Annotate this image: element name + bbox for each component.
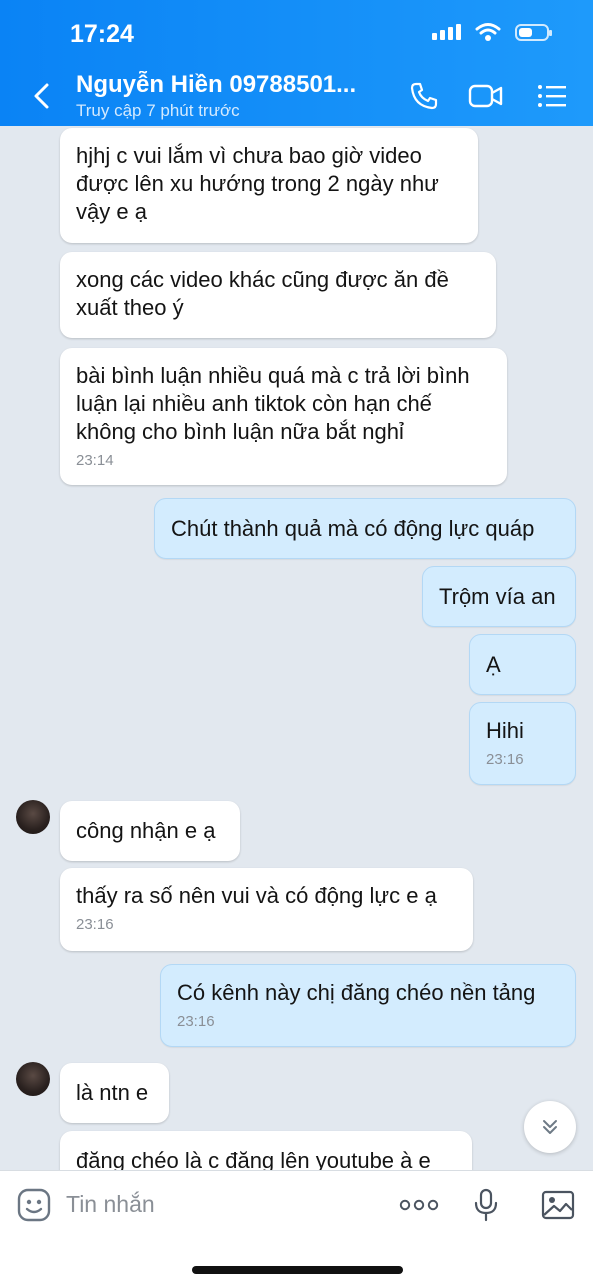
message-time: 23:16 [76, 916, 114, 933]
message-time: 23:16 [486, 751, 524, 768]
video-camera-icon [468, 84, 503, 108]
call-button[interactable] [404, 78, 444, 114]
message-incoming[interactable]: là ntn e [60, 1063, 169, 1123]
contact-name[interactable]: Nguyễn Hiền 09788501... [76, 71, 376, 99]
emoji-button[interactable] [16, 1185, 52, 1225]
message-incoming[interactable]: bài bình luận nhiều quá mà c trả lời bìn… [60, 348, 507, 485]
chevron-left-icon [34, 83, 49, 109]
message-incoming[interactable]: đăng chéo là c đăng lên youtube à e [60, 1131, 472, 1170]
back-button[interactable] [26, 78, 56, 114]
chat-header: 17:24 Nguyễn Hiền 09788501... Truy cập 7… [0, 0, 593, 126]
video-call-button[interactable] [466, 78, 506, 114]
message-text: hjhj c vui lắm vì chưa bao giờ video đượ… [76, 143, 439, 224]
message-text: là ntn e [76, 1080, 149, 1105]
emoji-icon [17, 1188, 51, 1222]
message-outgoing[interactable]: Có kênh này chị đăng chéo nền tảng 23:16 [160, 964, 576, 1047]
wifi-icon [475, 23, 501, 41]
send-image-button[interactable] [540, 1185, 576, 1225]
contact-last-seen: Truy cập 7 phút trước [76, 101, 240, 120]
chat-options-button[interactable] [532, 78, 572, 114]
avatar[interactable] [16, 1062, 50, 1096]
more-dots-icon [399, 1199, 439, 1211]
battery-icon [515, 23, 552, 41]
more-options-button[interactable] [398, 1185, 440, 1225]
list-menu-icon [538, 85, 566, 107]
message-text: xong các video khác cũng được ăn đề xuất… [76, 267, 449, 320]
message-text: công nhận e ạ [76, 818, 216, 843]
message-outgoing[interactable]: Chút thành quả mà có động lực quáp [154, 498, 576, 559]
cellular-signal-icon [432, 24, 461, 40]
message-incoming[interactable]: xong các video khác cũng được ăn đề xuất… [60, 252, 496, 338]
microphone-icon [474, 1188, 498, 1222]
image-icon [541, 1190, 575, 1220]
message-text: Hihi [486, 718, 524, 743]
message-text: Ạ [486, 652, 501, 677]
message-outgoing[interactable]: Hihi 23:16 [469, 702, 576, 785]
voice-message-button[interactable] [472, 1185, 500, 1225]
message-incoming[interactable]: hjhj c vui lắm vì chưa bao giờ video đượ… [60, 128, 478, 243]
message-text: bài bình luận nhiều quá mà c trả lời bìn… [76, 363, 470, 444]
message-text: thấy ra số nên vui và có động lực e ạ [76, 883, 437, 908]
message-text: Có kênh này chị đăng chéo nền tảng [177, 980, 536, 1005]
message-text: Chút thành quả mà có động lực quáp [171, 516, 535, 541]
status-icons [432, 22, 552, 42]
message-text: đăng chéo là c đăng lên youtube à e [76, 1148, 431, 1170]
chevron-double-down-icon [543, 1120, 557, 1134]
message-time: 23:14 [76, 452, 114, 469]
avatar[interactable] [16, 800, 50, 834]
message-time: 23:16 [177, 1013, 215, 1030]
home-indicator [192, 1266, 403, 1274]
scroll-to-bottom-button[interactable] [524, 1101, 576, 1153]
message-outgoing[interactable]: Trộm vía an [422, 566, 576, 627]
status-time: 17:24 [70, 20, 134, 48]
message-text: Trộm vía an [439, 584, 556, 609]
message-list[interactable]: hjhj c vui lắm vì chưa bao giờ video đượ… [0, 126, 593, 1170]
message-input[interactable]: Tin nhắn [66, 1191, 155, 1218]
message-incoming[interactable]: công nhận e ạ [60, 801, 240, 861]
message-outgoing[interactable]: Ạ [469, 634, 576, 695]
message-incoming[interactable]: thấy ra số nên vui và có động lực e ạ 23… [60, 868, 473, 951]
phone-icon [410, 82, 438, 110]
